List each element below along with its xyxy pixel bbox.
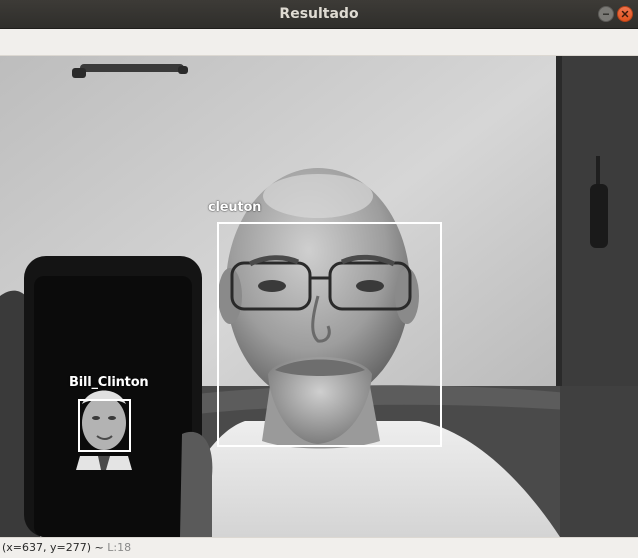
close-icon: [621, 10, 629, 18]
detection-box-bill-clinton: [78, 399, 131, 452]
cursor-coordinates: (x=637, y=277): [2, 541, 92, 554]
detection-box-cleuton: [217, 222, 442, 447]
pixel-value: L:18: [107, 541, 132, 554]
title-bar[interactable]: Resultado: [0, 0, 638, 29]
app-window: Resultado cleuton Bill_Clinton (x=637, y…: [0, 0, 638, 558]
camera-image[interactable]: cleuton Bill_Clinton: [0, 56, 638, 537]
close-button[interactable]: [617, 6, 633, 22]
minimize-button[interactable]: [598, 6, 614, 22]
toolbar: [0, 29, 638, 56]
status-separator: ~: [94, 541, 104, 554]
window-title: Resultado: [279, 6, 359, 22]
minimize-icon: [603, 13, 609, 15]
detection-label-bill-clinton: Bill_Clinton: [69, 375, 149, 390]
detection-label-cleuton: cleuton: [208, 200, 262, 215]
status-text: (x=637, y=277) ~ L:18: [2, 541, 131, 554]
status-bar: (x=637, y=277) ~ L:18: [0, 537, 638, 558]
